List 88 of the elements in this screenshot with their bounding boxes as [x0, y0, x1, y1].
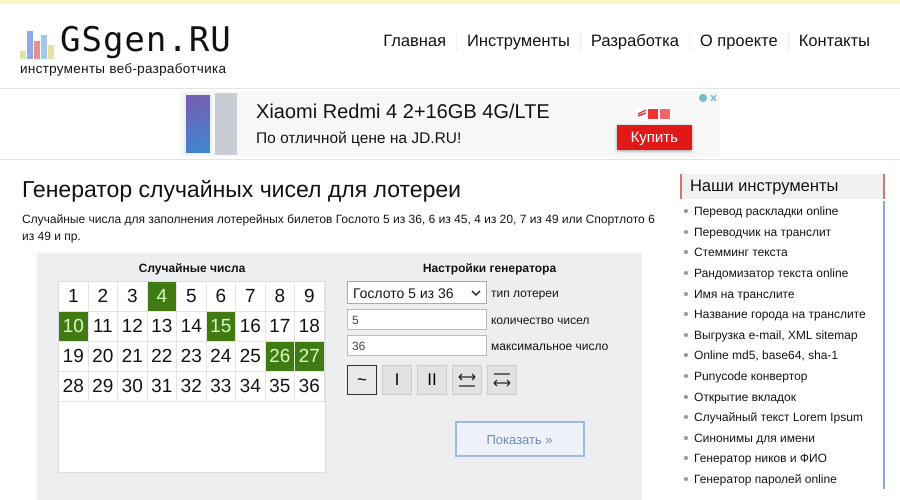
- number-cell: 10: [59, 312, 88, 342]
- number-cell: 2: [88, 282, 118, 312]
- bullet-icon: [684, 353, 688, 358]
- number-cell: 36: [295, 372, 324, 402]
- number-cell: 32: [177, 372, 206, 402]
- bullet-icon: [684, 209, 688, 214]
- arrow-over-line-icon: [457, 371, 477, 389]
- nav-link[interactable]: Контакты: [788, 32, 880, 50]
- tool-link[interactable]: Стемминг текста: [694, 245, 788, 260]
- chevron-down-icon: [471, 290, 481, 296]
- tool-link[interactable]: Генератор паролей online: [694, 472, 837, 486]
- field-label: количество чисел: [491, 312, 590, 326]
- ad-banner[interactable]: Xiaomi Redmi 4 2+16GB 4G/LTE По отличной цене на JD.RU! Купить: [180, 91, 720, 157]
- tool-link[interactable]: Выгрузка e-mail, XML sitemap: [694, 328, 858, 342]
- tool-link[interactable]: Синонимы для имени: [694, 430, 816, 445]
- settings-heading: Настройки генератора: [422, 261, 556, 275]
- ad-title: Xiaomi Redmi 4 2+16GB 4G/LTE: [256, 100, 551, 124]
- mode-button[interactable]: I: [382, 365, 412, 395]
- number-cell: 9: [295, 282, 324, 312]
- nav-link[interactable]: Инструменты: [456, 32, 580, 50]
- lottery-type-select[interactable]: Гослото 5 из 36: [347, 281, 487, 304]
- number-cell: 7: [236, 282, 266, 312]
- bullet-icon: [684, 477, 688, 482]
- number-cell: 26: [266, 342, 295, 372]
- tool-link[interactable]: Генератор ников и ФИО: [694, 451, 828, 466]
- mode-button[interactable]: ~: [347, 365, 377, 395]
- mode-button[interactable]: II: [417, 365, 447, 395]
- field-label: тип лотереи: [491, 286, 559, 300]
- number-cell: 29: [88, 372, 118, 402]
- number-cell: 23: [177, 342, 206, 372]
- field-label: максимальное число: [491, 338, 608, 352]
- bullet-icon: [684, 436, 688, 440]
- site-tagline: инструменты веб-разработчика: [20, 60, 228, 76]
- number-cell: 35: [266, 372, 295, 402]
- mode-button[interactable]: [487, 365, 517, 395]
- number-cell: 28: [59, 372, 88, 402]
- number-cell: 15: [206, 312, 236, 342]
- number-cell: 19: [59, 342, 88, 372]
- number-cell: 5: [177, 282, 206, 312]
- tool-link[interactable]: Название города на транслите: [694, 307, 866, 322]
- nav-link[interactable]: Разработка: [580, 32, 689, 50]
- tool-link[interactable]: Случайный текст Lorem Ipsum: [694, 410, 863, 424]
- number-cell: 20: [88, 342, 118, 372]
- bullet-icon: [684, 415, 688, 420]
- bullet-icon: [684, 394, 688, 399]
- bullet-icon: [684, 292, 688, 296]
- number-cell: 22: [148, 342, 177, 372]
- bullet-icon: [684, 250, 688, 254]
- page-title: Генератор случайных чисел для лотереи: [22, 176, 462, 203]
- sidebar-title: Наши инструменты: [680, 174, 885, 199]
- bullet-icon: [684, 271, 688, 276]
- bullet-icon: [684, 332, 688, 337]
- nav-link[interactable]: Главная: [373, 32, 456, 50]
- input-field[interactable]: 36: [347, 335, 487, 356]
- number-cell: 4: [148, 282, 177, 312]
- bullet-icon: [684, 312, 688, 316]
- store-logo-icon: [636, 106, 672, 120]
- page-description: Случайные числа для заполнения лотерейных билетов Гослото 5 из 36, 6 из 45, 4 из 20, 7 из 49 или Спортлото 6 из 49 и пр.: [22, 211, 656, 245]
- tool-link[interactable]: Рандомизатор текста online: [694, 266, 848, 280]
- mode-button[interactable]: [452, 365, 482, 395]
- bullet-icon: [684, 456, 688, 460]
- number-cell: 24: [206, 342, 236, 372]
- tool-link[interactable]: Punycode конвертор: [694, 369, 808, 384]
- numbers-heading: Случайные числа: [138, 261, 246, 275]
- nav-link[interactable]: О проекте: [688, 32, 788, 50]
- number-cell: 30: [118, 372, 148, 402]
- number-cell: 31: [148, 372, 177, 402]
- tool-link[interactable]: Online md5, base64, sha-1: [694, 348, 838, 362]
- number-cell: 21: [118, 342, 148, 372]
- number-cell: 12: [118, 312, 148, 342]
- number-cell: 34: [236, 372, 266, 402]
- line-over-arrow-icon: [492, 371, 512, 389]
- ad-subtitle: По отличной цене на JD.RU!: [256, 130, 462, 148]
- number-cell: 33: [206, 372, 236, 402]
- tool-link[interactable]: Перевод раскладки online: [694, 204, 838, 218]
- tool-link[interactable]: Имя на транслите: [694, 286, 795, 301]
- bullet-icon: [684, 374, 688, 378]
- number-cell: 16: [236, 312, 266, 342]
- tool-link[interactable]: Переводчик на транслит: [694, 224, 832, 239]
- bullet-icon: [684, 230, 688, 234]
- site-logo[interactable]: GSgen.RU: [60, 20, 232, 58]
- number-cell: 8: [266, 282, 295, 312]
- tool-link[interactable]: Открытие вкладок: [694, 390, 796, 404]
- input-field[interactable]: 5: [347, 309, 487, 330]
- number-cell: 27: [295, 342, 324, 372]
- number-cell: 11: [88, 312, 118, 342]
- number-cell: 13: [148, 312, 177, 342]
- buy-button[interactable]: Купить: [616, 124, 692, 150]
